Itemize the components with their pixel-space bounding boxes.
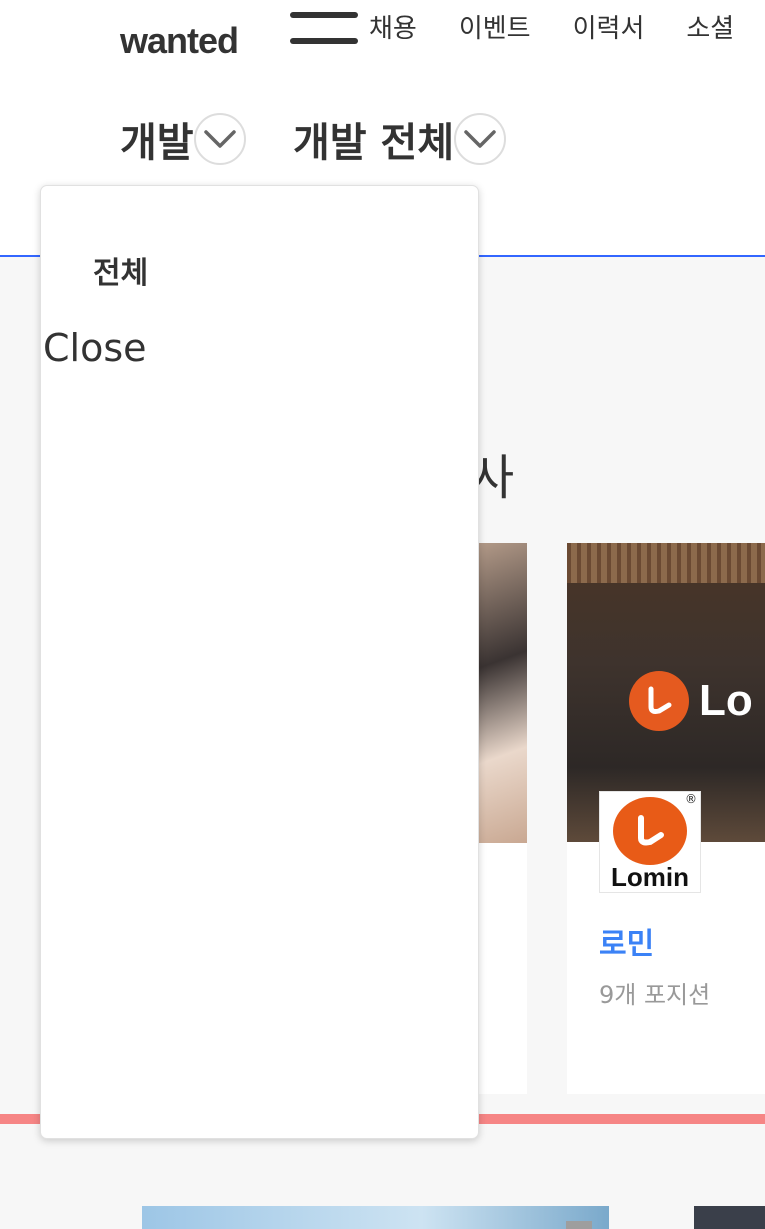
banner-thumbnail[interactable] xyxy=(142,1206,609,1229)
registered-mark: ® xyxy=(685,792,697,806)
top-nav: 채용 이벤트 이력서 소셜 xyxy=(369,8,765,45)
subcategory-label: 개발 전체 xyxy=(293,120,455,166)
brand-overlay-text: Lo xyxy=(699,676,753,725)
nav-item-jobs[interactable]: 채용 xyxy=(369,8,417,45)
bookmark-icon[interactable] xyxy=(566,1221,592,1229)
banner-thumbnail[interactable] xyxy=(694,1206,765,1229)
nav-item-resume[interactable]: 이력서 xyxy=(573,8,645,45)
nav-item-social[interactable]: 소셜 xyxy=(686,8,734,45)
subcategory-dropdown: 전체 Close xyxy=(40,185,479,1139)
lomin-logo-icon xyxy=(613,797,687,865)
category-label: 개발 xyxy=(120,120,194,166)
chevron-down-icon[interactable] xyxy=(454,113,507,165)
lomin-mark-icon xyxy=(629,671,689,731)
hamburger-menu-icon[interactable] xyxy=(290,12,358,46)
category-selector[interactable]: 개발 xyxy=(120,110,246,168)
wanted-logo[interactable]: wanted xyxy=(120,20,239,62)
subcategory-selector[interactable]: 개발 전체 xyxy=(293,110,507,168)
company-logo-text: Lomin xyxy=(611,862,689,892)
close-button[interactable]: Close xyxy=(43,326,147,370)
company-card[interactable]: Lo ® Lomin 로민 9개 포지션 xyxy=(567,543,765,1094)
company-logo: ® Lomin xyxy=(599,791,701,893)
company-name[interactable]: 로민 xyxy=(599,919,654,963)
chevron-down-icon[interactable] xyxy=(193,113,246,165)
dropdown-item-all[interactable]: 전체 xyxy=(93,248,148,292)
nav-item-events[interactable]: 이벤트 xyxy=(459,8,531,45)
brand-overlay: Lo xyxy=(629,671,753,731)
position-count: 9개 포지션 xyxy=(599,981,711,1009)
